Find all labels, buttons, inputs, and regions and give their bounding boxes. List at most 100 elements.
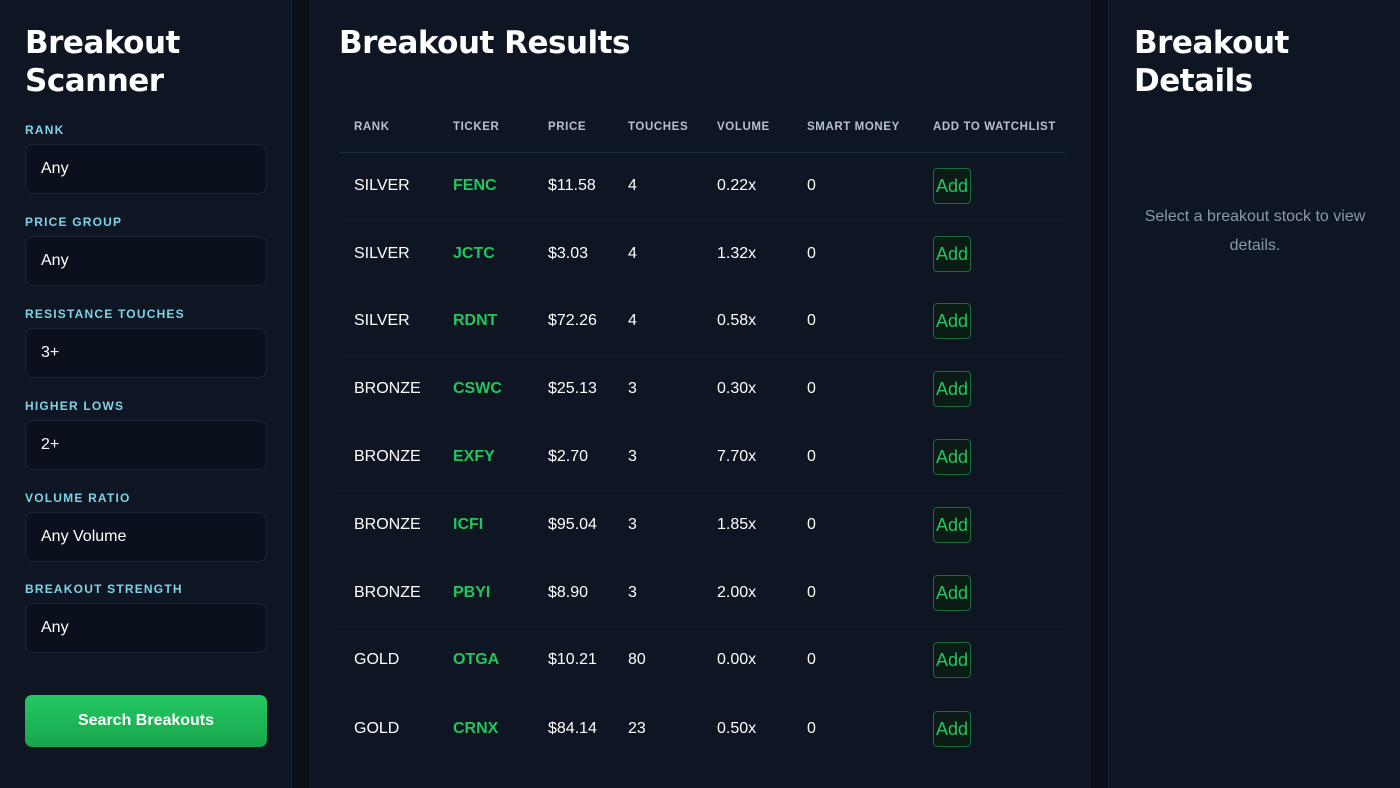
search-breakouts-button[interactable]: Search Breakouts [25, 695, 267, 747]
resistance-touches-filter-select[interactable]: 3+ [25, 328, 267, 378]
column-header-add-to-watchlist: ADD TO WATCHLIST [918, 102, 1065, 153]
breakout-strength-filter-label: BREAKOUT STRENGTH [25, 582, 183, 596]
smart-money-cell: 0 [792, 355, 918, 424]
price-cell: $10.21 [533, 626, 613, 695]
smart-money-cell: 0 [792, 626, 918, 695]
ticker-cell: FENC [438, 152, 533, 221]
price-cell: $3.03 [533, 219, 613, 289]
higher-lows-filter-label: HIGHER LOWS [25, 399, 125, 413]
volume-cell: 7.70x [702, 423, 792, 492]
results-table: RANK TICKER PRICE TOUCHES VOLUME SMART M… [339, 102, 1065, 762]
details-panel: Breakout Details Select a breakout stock… [1108, 0, 1400, 788]
smart-money-cell: 0 [792, 287, 918, 356]
add-to-watchlist-button[interactable]: Add [933, 303, 971, 340]
watchlist-cell: Add [918, 152, 1065, 221]
volume-cell: 0.30x [702, 355, 792, 424]
details-empty-message: Select a breakout stock to view details. [1144, 208, 1366, 254]
touches-cell: 4 [613, 219, 702, 289]
touches-cell: 3 [613, 490, 702, 560]
ticker-cell: ICFI [438, 490, 533, 560]
results-title: Breakout Results [339, 25, 630, 61]
table-row[interactable]: BRONZE CSWC $25.13 3 0.30x 0 Add [339, 355, 1065, 424]
price-cell: $72.26 [533, 287, 613, 356]
table-row[interactable]: SILVER RDNT $72.26 4 0.58x 0 Add [339, 287, 1065, 356]
add-to-watchlist-button[interactable]: Add [933, 506, 971, 543]
watchlist-cell: Add [918, 626, 1065, 695]
ticker-cell: OTGA [438, 626, 533, 695]
rank-filter-select[interactable]: Any [25, 144, 267, 194]
watchlist-cell: Add [918, 355, 1065, 424]
price-group-filter-select[interactable]: Any [25, 236, 267, 286]
breakout-strength-filter-select[interactable]: Any [25, 603, 267, 653]
rank-cell: BRONZE [339, 423, 438, 492]
price-cell: $11.58 [533, 152, 613, 221]
smart-money-cell: 0 [792, 152, 918, 221]
column-header-smart-money: SMART MONEY [792, 102, 918, 153]
price-cell: $8.90 [533, 558, 613, 628]
results-panel: Breakout Results RANK TICKER PRICE TOUCH… [310, 0, 1090, 788]
volume-cell: 2.00x [702, 558, 792, 628]
add-to-watchlist-button[interactable]: Add [933, 235, 971, 272]
touches-cell: 3 [613, 558, 702, 628]
table-row[interactable]: BRONZE PBYI $8.90 3 2.00x 0 Add [339, 558, 1065, 628]
smart-money-cell: 0 [792, 558, 918, 628]
watchlist-cell: Add [918, 694, 1065, 762]
add-to-watchlist-button[interactable]: Add [933, 574, 971, 611]
smart-money-cell: 0 [792, 423, 918, 492]
rank-cell: BRONZE [339, 490, 438, 560]
table-row[interactable]: BRONZE EXFY $2.70 3 7.70x 0 Add [339, 423, 1065, 492]
scanner-panel: Breakout Scanner RANK Any PRICE GROUP An… [0, 0, 292, 788]
column-header-touches: TOUCHES [613, 102, 702, 153]
rank-cell: GOLD [354, 719, 400, 737]
column-header-price: PRICE [533, 102, 613, 153]
rank-cell: SILVER [339, 152, 438, 221]
volume-cell: 1.32x [702, 219, 792, 289]
volume-cell: 1.85x [702, 490, 792, 560]
price-cell: $95.04 [533, 490, 613, 560]
smart-money-cell: 0 [792, 219, 918, 289]
touches-cell: 3 [613, 423, 702, 492]
price-cell: $84.14 [548, 719, 597, 737]
add-to-watchlist-button[interactable]: Add [933, 710, 971, 747]
watchlist-cell: Add [918, 287, 1065, 356]
rank-cell: SILVER [339, 287, 438, 356]
ticker-cell: EXFY [438, 423, 533, 492]
rank-cell: BRONZE [339, 355, 438, 424]
ticker-cell: PBYI [438, 558, 533, 628]
column-header-rank: RANK [339, 102, 438, 153]
ticker-cell: JCTC [438, 219, 533, 289]
scanner-title: Breakout Scanner [25, 25, 180, 99]
volume-cell: 0.50x [717, 719, 757, 737]
table-row[interactable]: BRONZE ICFI $95.04 3 1.85x 0 Add [339, 490, 1065, 560]
add-to-watchlist-button[interactable]: Add [933, 439, 971, 476]
volume-cell: 0.00x [702, 626, 792, 695]
ticker-cell: CSWC [438, 355, 533, 424]
details-title: Breakout Details [1134, 25, 1289, 99]
column-header-ticker: TICKER [438, 102, 533, 153]
table-row[interactable]: GOLD CRNX $84.14 23 0.50x 0 Add [339, 694, 1065, 762]
volume-cell: 0.58x [702, 287, 792, 356]
touches-cell: 4 [613, 152, 702, 221]
price-group-filter-label: PRICE GROUP [25, 215, 123, 229]
touches-cell: 80 [613, 626, 702, 695]
price-cell: $2.70 [533, 423, 613, 492]
higher-lows-filter-select[interactable]: 2+ [25, 420, 267, 470]
smart-money-cell: 0 [792, 490, 918, 560]
watchlist-cell: Add [918, 558, 1065, 628]
rank-cell: BRONZE [339, 558, 438, 628]
volume-ratio-filter-select[interactable]: Any Volume [25, 512, 267, 562]
touches-cell: 23 [628, 719, 646, 737]
ticker-cell: CRNX [453, 719, 499, 737]
add-to-watchlist-button[interactable]: Add [933, 371, 971, 408]
rank-cell: SILVER [339, 219, 438, 289]
table-row[interactable]: SILVER JCTC $3.03 4 1.32x 0 Add [339, 219, 1065, 289]
touches-cell: 4 [613, 287, 702, 356]
table-header-row: RANK TICKER PRICE TOUCHES VOLUME SMART M… [339, 102, 1065, 153]
add-to-watchlist-button[interactable]: Add [933, 642, 971, 679]
table-row[interactable]: SILVER FENC $11.58 4 0.22x 0 Add [339, 152, 1065, 221]
resistance-touches-filter-label: RESISTANCE TOUCHES [25, 307, 185, 321]
table-row[interactable]: GOLD OTGA $10.21 80 0.00x 0 Add [339, 626, 1065, 695]
rank-cell: GOLD [339, 626, 438, 695]
add-to-watchlist-button[interactable]: Add [933, 167, 971, 204]
ticker-cell: RDNT [438, 287, 533, 356]
